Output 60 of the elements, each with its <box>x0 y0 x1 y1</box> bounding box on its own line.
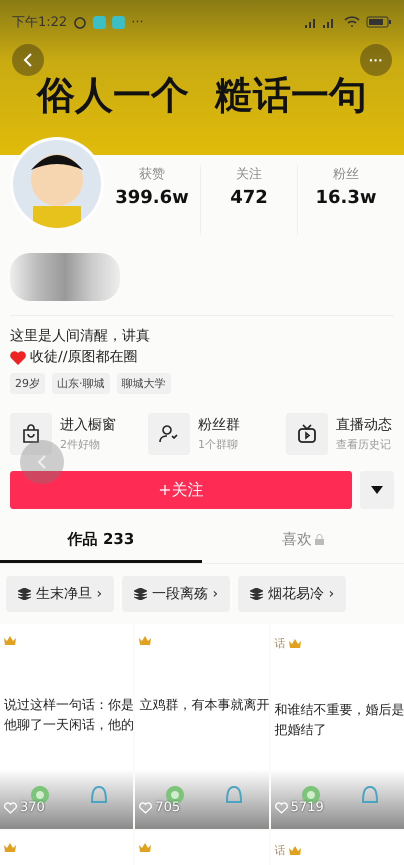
service-subtitle: 查看历史记 <box>336 437 392 452</box>
stat-value: 16.3w <box>315 187 377 208</box>
status-more: ··· <box>131 14 144 30</box>
app-icon <box>93 16 106 28</box>
collection-chip[interactable]: 生末净旦 › <box>6 576 114 612</box>
follow-button[interactable]: +关注 <box>10 471 352 509</box>
like-count: 705 <box>155 800 180 815</box>
collection-chip[interactable]: 烟花易冷 › <box>238 576 346 612</box>
thumbnail-text: 话 <box>274 843 286 858</box>
stat-value: 472 <box>230 187 268 208</box>
bag-icon <box>21 424 41 444</box>
stat-label: 粉丝 <box>333 166 359 183</box>
bio-text: 这里是人间清醒，讲真 <box>10 327 150 346</box>
heart-icon <box>10 350 26 364</box>
profile-tag: 29岁 <box>10 373 45 394</box>
caret-icon <box>371 486 383 494</box>
profile-tag: 聊城大学 <box>116 373 170 394</box>
stat-label: 关注 <box>236 166 262 183</box>
layers-icon <box>18 588 31 600</box>
service-title[interactable]: 进入橱窗 <box>60 416 116 434</box>
tv-icon <box>297 424 317 444</box>
service-tile[interactable] <box>286 413 328 455</box>
bio-text: 收徒//原图都在圈 <box>30 348 138 367</box>
video-thumbnail[interactable]: 立鸡群，有本事就离开 705 <box>135 624 269 829</box>
service-title[interactable]: 粉丝群 <box>198 416 240 434</box>
video-thumbnail[interactable]: 说过这样一句话：你是 他聊了一天闲话，他的 370 <box>0 624 134 829</box>
back-button[interactable] <box>12 44 44 76</box>
video-thumbnail[interactable]: 话 和谁结不重要，婚后是 把婚结了 5719 <box>270 624 404 829</box>
wifi-icon <box>344 16 360 28</box>
app-icon <box>112 16 126 28</box>
service-title[interactable]: 直播动态 <box>336 416 392 434</box>
crown-icon <box>4 636 16 646</box>
profile-tag: 山东·聊城 <box>52 373 110 394</box>
service-tile[interactable] <box>148 413 190 455</box>
chevron-left-icon <box>22 52 34 68</box>
heart-outline-icon <box>139 802 152 814</box>
profile-tab[interactable]: 作品 233 <box>0 519 202 563</box>
thumbnail-text: 把婚结了 <box>274 722 328 740</box>
heart-outline-icon <box>274 802 288 814</box>
more-button[interactable]: ··· <box>360 44 392 76</box>
stat-label: 获赞 <box>139 166 165 183</box>
like-count: 5719 <box>290 800 324 815</box>
service-subtitle: 2件好物 <box>60 437 101 452</box>
lock-icon <box>315 534 324 545</box>
heart-outline-icon <box>4 802 17 814</box>
status-time: 下午1:22 <box>12 14 68 31</box>
layers-icon <box>134 588 148 600</box>
battery-icon <box>366 16 392 28</box>
like-count: 370 <box>20 800 45 815</box>
video-thumbnail[interactable] <box>135 831 269 865</box>
crown-icon <box>288 638 301 648</box>
service-tile[interactable] <box>10 413 52 455</box>
service-subtitle: 1个群聊 <box>198 437 239 452</box>
stat-value: 399.6w <box>115 187 189 208</box>
thumbnail-text: 话 <box>274 636 286 651</box>
dropdown-button[interactable] <box>360 471 394 509</box>
crown-icon <box>139 636 152 646</box>
collection-chip[interactable]: 一段离殇 › <box>122 576 230 612</box>
video-thumbnail[interactable] <box>0 831 134 865</box>
layers-icon <box>250 588 264 600</box>
